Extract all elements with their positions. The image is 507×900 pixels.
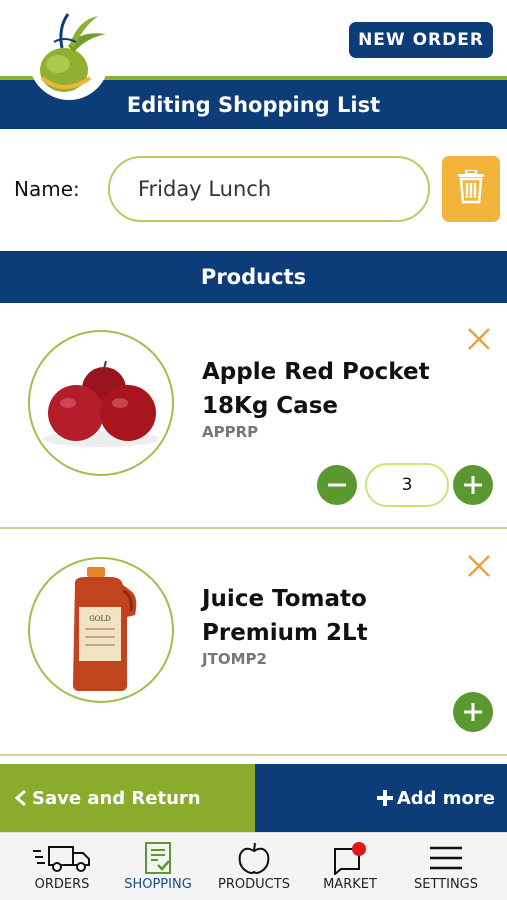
- increase-quantity-button[interactable]: [453, 465, 493, 505]
- product-code: APPRP: [202, 423, 259, 441]
- apple-icon: [236, 841, 272, 875]
- new-order-button[interactable]: NEW ORDER: [349, 22, 493, 58]
- bottom-action-bar: Save and Return Add more: [0, 764, 507, 832]
- product-name: Juice Tomato Premium 2Lt: [202, 586, 368, 646]
- market-notification-icon: [331, 841, 369, 875]
- app-top-bar: NEW ORDER: [0, 0, 507, 100]
- close-icon: [468, 328, 490, 350]
- plus-icon: [464, 703, 482, 721]
- decrease-quantity-button[interactable]: [317, 465, 357, 505]
- product-image: GOLD: [28, 557, 174, 703]
- product-code: JTOMP2: [202, 650, 267, 668]
- quantity-stepper: [317, 690, 493, 736]
- tab-shopping[interactable]: SHOPPING: [110, 833, 206, 900]
- save-label: Save and Return: [32, 787, 201, 809]
- truck-icon: [31, 841, 93, 875]
- chevron-left-icon: [14, 789, 26, 807]
- list-name-row: Name: Friday Lunch: [0, 150, 507, 226]
- tab-label: MARKET: [323, 877, 377, 892]
- close-icon: [468, 555, 490, 577]
- add-more-button[interactable]: Add more: [255, 764, 507, 832]
- delete-list-button[interactable]: [442, 156, 500, 222]
- brand-logo: [28, 8, 110, 104]
- tab-products[interactable]: PRODUCTS: [206, 833, 302, 900]
- bottom-tab-bar: ORDERS SHOPPING PRODUCTS MARKET SETTINGS: [0, 832, 507, 900]
- page-title: Editing Shopping List: [126, 92, 381, 117]
- remove-product-button[interactable]: [467, 554, 491, 578]
- remove-product-button[interactable]: [467, 327, 491, 351]
- plus-icon: [464, 476, 482, 494]
- list-name-input[interactable]: Friday Lunch: [108, 156, 430, 222]
- products-section-header: Products: [0, 251, 507, 303]
- trash-icon: [456, 169, 486, 208]
- menu-icon: [428, 841, 464, 875]
- add-to-list-button[interactable]: [453, 692, 493, 732]
- minus-icon: [328, 483, 346, 487]
- tab-label: ORDERS: [34, 877, 90, 892]
- product-item: Apple Red Pocket 18Kg Case APPRP 3: [0, 303, 507, 529]
- tab-market[interactable]: MARKET: [302, 833, 398, 900]
- tab-settings[interactable]: SETTINGS: [398, 833, 494, 900]
- name-label: Name:: [14, 177, 80, 201]
- tab-label: SHOPPING: [124, 877, 192, 892]
- label-brand-text: GOLD: [89, 615, 111, 623]
- plus-icon: [376, 790, 393, 806]
- tab-label: PRODUCTS: [218, 877, 290, 892]
- save-and-return-button[interactable]: Save and Return: [0, 764, 255, 832]
- clipboard-check-icon: [144, 841, 172, 875]
- quantity-input[interactable]: 3: [365, 463, 449, 507]
- tab-orders[interactable]: ORDERS: [14, 833, 110, 900]
- products-title: Products: [200, 265, 307, 289]
- quantity-stepper: 3: [317, 463, 493, 509]
- product-item: GOLD Juice Tomato Premium 2Lt JTOMP2: [0, 530, 507, 756]
- product-image: [28, 330, 174, 476]
- add-more-label: Add more: [396, 787, 495, 809]
- product-name: Apple Red Pocket 18Kg Case: [202, 359, 430, 419]
- tab-label: SETTINGS: [413, 877, 478, 892]
